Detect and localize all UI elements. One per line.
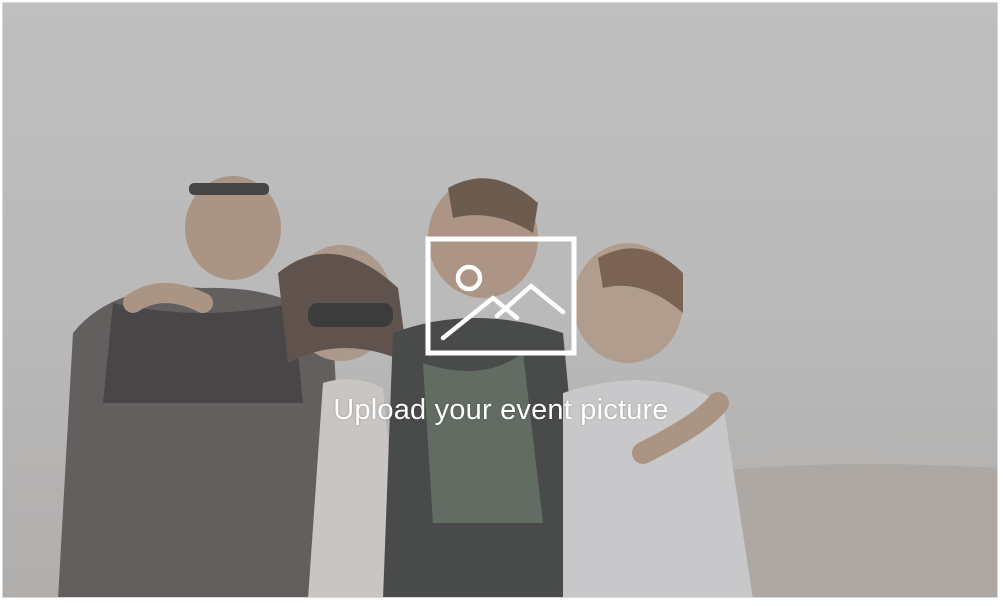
event-picture-upload[interactable]: Upload your event picture: [2, 2, 998, 598]
upload-prompt[interactable]: Upload your event picture: [3, 236, 997, 427]
upload-label[interactable]: Upload your event picture: [333, 394, 668, 427]
image-icon: [425, 236, 577, 356]
